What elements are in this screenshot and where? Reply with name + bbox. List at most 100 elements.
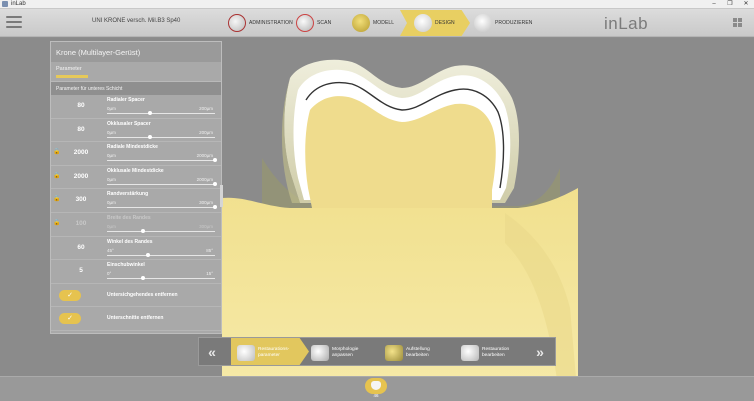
tab-parameter[interactable]: Parameter [51,62,221,82]
phase-label: MODELL [373,20,395,26]
parameter-name: Einschubwinkel [107,262,145,269]
parameter-min: 0µm [107,153,116,159]
step-adjust-morphology[interactable]: Morphologie anpassen [311,340,362,365]
lock-icon[interactable]: 🔒 [53,173,60,179]
tooth-icon [371,381,381,390]
phase-scan[interactable]: SCAN [296,12,331,34]
parameter-value[interactable]: 2000 [61,173,101,180]
parameter-value[interactable]: 80 [61,126,101,133]
parameter-min: 0µm [107,129,116,135]
parameter-slider-track[interactable] [107,113,215,114]
parameter-row: 5 Einschubwinkel 0° 15° [51,260,221,284]
parameter-panel: Krone (Multilayer-Gerüst) Parameter Para… [50,41,222,334]
parameter-slider-thumb[interactable] [213,158,217,163]
tab-underline [56,75,88,78]
arrangement-icon [385,344,403,361]
window-title-bar: inLab – ❐ ✕ [0,0,754,9]
parameter-slider-track[interactable] [107,136,215,138]
design-icon [414,14,432,32]
produce-icon [474,14,492,32]
step-edit-restoration[interactable]: Restauration bearbeiten [461,340,512,365]
parameter-slider-track[interactable] [107,183,215,185]
parameter-value[interactable]: 60 [61,244,101,251]
step-edit-arrangement[interactable]: Aufstellung bearbeiten [385,340,436,365]
phase-administration[interactable]: ADMINISTRATION [228,12,293,34]
phase-model[interactable]: MODELL [352,12,394,34]
parameter-slider-thumb[interactable] [145,252,150,257]
parameter-slider-thumb[interactable] [140,276,145,281]
inlab-logo: inLab [604,14,649,33]
case-name: UNI KRONE versch. Mil.B3 Sp40 [92,18,181,24]
parameter-slider-thumb[interactable] [148,111,153,115]
checkbox-row[interactable]: ✓ Untersichgehendes entfernen [51,284,221,308]
checkbox-toggle[interactable]: ✓ [59,289,81,301]
menu-icon[interactable] [6,16,22,30]
parameter-name: Winkel des Randes [107,238,153,245]
next-step-button[interactable]: » [529,342,551,362]
parameter-slider-track[interactable] [107,230,215,232]
parameter-max: 85° [206,247,213,253]
app-icon [2,1,8,7]
lock-icon[interactable]: 🔒 [53,196,60,202]
parameter-name: Breite des Randes [107,214,151,221]
parameter-slider-track[interactable] [107,254,215,256]
lock-icon[interactable]: 🔒 [53,220,60,226]
parameter-name: Okklusaler Spacer [107,120,151,127]
previous-step-button[interactable]: « [201,342,223,362]
parameter-slider-track[interactable] [107,160,215,162]
parameter-value[interactable]: 80 [61,102,101,109]
parameter-row: 🔒 2000 Okklusale Mindestdicke 0µm 2000µm [51,166,221,190]
minimize-button[interactable]: – [706,0,722,9]
parameter-min: 0° [107,271,112,277]
window-title: inLab [11,1,26,7]
parameter-value[interactable]: 2000 [61,149,101,156]
parameter-min: 0µm [107,223,116,229]
parameter-slider-thumb[interactable] [213,181,217,186]
phase-label: PRODUZIEREN [495,20,533,26]
parameter-value[interactable]: 5 [61,267,101,274]
panel-subheading: Parameter für unteres Schicht [51,82,221,95]
parameter-max: 15° [206,271,213,277]
panel-collapse-handle[interactable] [220,185,223,207]
parameter-min: 0µm [107,176,116,182]
restoration-edit-icon [461,344,479,361]
phase-produce[interactable]: PRODUZIEREN [474,12,533,34]
checkbox-row[interactable]: ✓ Unterschnitte entfernen [51,307,221,331]
step-label: Morphologie anpassen [332,347,359,358]
parameter-value[interactable]: 100 [61,220,101,227]
parameter-min: 0µm [107,200,116,206]
parameter-max: 300µm [199,223,213,229]
parameter-min: 0µm [107,106,116,111]
parameter-slider-track[interactable] [107,207,215,209]
app-header: UNI KRONE versch. Mil.B3 Sp40 ADMINISTRA… [0,9,754,37]
step-restoration-parameters[interactable]: Restaurations-parameter [237,340,290,365]
parameter-name: Randverstärkung [107,191,149,198]
close-button[interactable]: ✕ [738,0,754,9]
parameter-slider-track[interactable] [107,278,215,280]
parameter-max: 2000µm [196,153,213,159]
phase-label: DESIGN [435,20,455,26]
model-icon [352,14,370,32]
tab-label: Parameter [56,66,82,72]
parameter-row: 🔒 300 Randverstärkung 0µm 300µm [51,189,221,213]
parameter-value[interactable]: 300 [61,196,101,203]
checkbox-label: Unterschnitte entfernen [107,315,164,322]
checkbox-toggle[interactable]: ✓ [59,313,81,325]
scan-icon [296,14,314,32]
maximize-button[interactable]: ❐ [722,0,738,9]
parameter-max: 200µm [199,106,213,111]
parameter-row: 80 Okklusaler Spacer 0µm 200µm [51,119,221,143]
step-label: Restaurations-parameter [258,347,290,358]
parameter-slider-thumb[interactable] [140,228,145,233]
windows-icon[interactable] [733,18,743,28]
parameter-row: 🔒 2000 Radiale Mindestdicke 0µm 2000µm [51,142,221,166]
phase-design[interactable]: DESIGN [414,12,455,34]
checkbox-label: Untersichgehendes entfernen [107,291,178,298]
parameter-slider-thumb[interactable] [213,205,217,210]
step-label: Aufstellung bearbeiten [406,347,430,358]
parameter-name: Okklusale Mindestdicke [107,167,164,174]
parameter-max: 300µm [199,200,213,206]
tooth-button[interactable] [365,378,387,394]
lock-icon[interactable]: 🔒 [53,149,60,155]
parameter-slider-thumb[interactable] [148,134,153,139]
